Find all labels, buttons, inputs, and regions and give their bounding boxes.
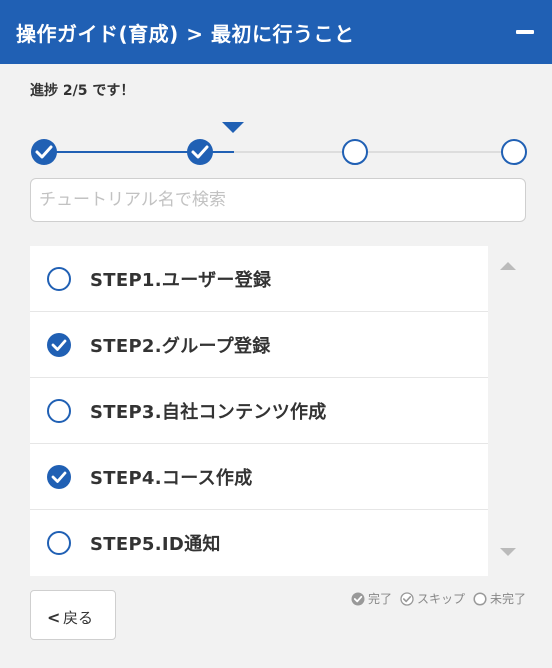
step-label: STEP3.自社コンテンツ作成 [90, 402, 327, 423]
step-label: STEP1.ユーザー登録 [90, 270, 272, 291]
incomplete-circle-icon [47, 267, 71, 291]
tutorial-search-input[interactable] [30, 178, 526, 222]
legend-complete-icon [351, 592, 365, 605]
step-list: STEP1.ユーザー登録 STEP2.グループ登録 STEP3.自社コンテンツ作… [30, 246, 488, 576]
progress-stepper [31, 139, 527, 165]
step-item-4[interactable]: STEP4.コース作成 [30, 444, 488, 510]
step-item-5[interactable]: STEP5.ID通知 [30, 510, 488, 576]
incomplete-circle-icon [47, 399, 71, 423]
legend-skip-label: スキップ [416, 592, 465, 606]
status-legend: 完了 スキップ 未完了 [343, 590, 526, 607]
step-item-2[interactable]: STEP2.グループ登録 [30, 312, 488, 378]
legend-complete-label: 完了 [367, 592, 392, 606]
step-label: STEP5.ID通知 [90, 534, 221, 555]
legend-skip: スキップ [400, 590, 465, 607]
step-label: STEP4.コース作成 [90, 468, 253, 489]
scroll-up-arrow-icon[interactable] [500, 262, 516, 270]
complete-check-icon [47, 333, 71, 357]
step-item-3[interactable]: STEP3.自社コンテンツ作成 [30, 378, 488, 444]
scroll-down-arrow-icon[interactable] [500, 548, 516, 556]
complete-check-icon [47, 465, 71, 489]
legend-complete: 完了 [351, 590, 392, 607]
panel-title: 操作ガイド(育成) > 最初に行うこと [16, 22, 355, 46]
stepper-node-4 [501, 139, 527, 165]
legend-skip-icon [400, 591, 414, 606]
minimize-icon[interactable] [514, 20, 536, 42]
legend-incomplete-icon [473, 591, 487, 606]
step-label: STEP2.グループ登録 [90, 336, 271, 357]
stepper-node-2 [187, 139, 213, 165]
panel-header: 操作ガイド(育成) > 最初に行うこと [0, 0, 552, 64]
step-item-1[interactable]: STEP1.ユーザー登録 [30, 246, 488, 312]
chevron-left-icon: < [47, 608, 61, 627]
list-scrollbar[interactable] [496, 246, 522, 576]
back-button[interactable]: < 戻る [30, 590, 116, 640]
stepper-node-3 [342, 139, 368, 165]
incomplete-circle-icon [47, 531, 71, 555]
legend-incomplete: 未完了 [473, 590, 526, 607]
legend-incomplete-label: 未完了 [489, 592, 526, 606]
progress-text: 進捗 2/5 です！ [30, 83, 135, 99]
back-button-label: 戻る [63, 609, 94, 627]
stepper-node-1 [31, 139, 57, 165]
